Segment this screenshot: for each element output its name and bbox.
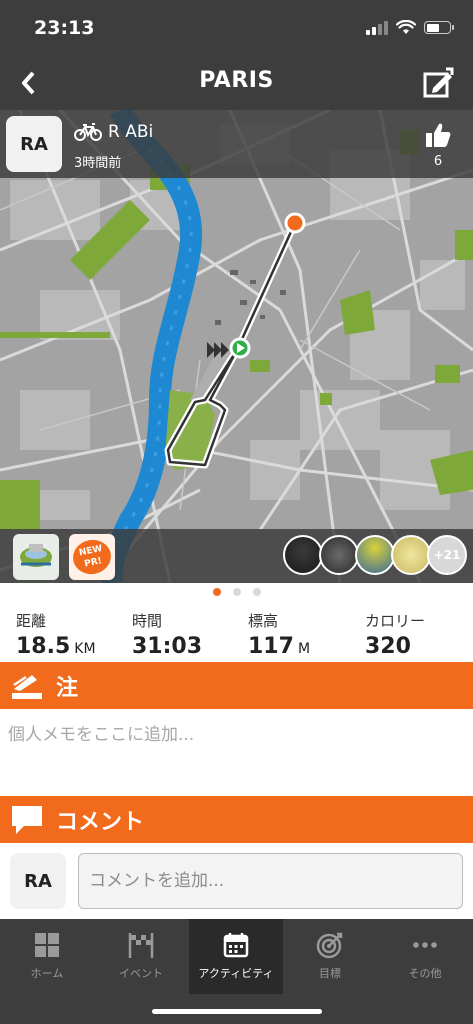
page-indicator: [0, 588, 473, 600]
edit-button[interactable]: [421, 66, 455, 100]
notes-header: 注: [0, 662, 473, 709]
rider-thumbnail[interactable]: [391, 535, 431, 575]
stat-unit: M: [297, 641, 311, 657]
stat-time: 時間 31:03: [132, 610, 202, 659]
stat-label: 距離: [16, 612, 47, 630]
thumbs-up-icon: [426, 123, 451, 147]
tab-label: イベント: [119, 967, 163, 980]
more-dots-icon: [413, 942, 437, 948]
rider-thumbnail[interactable]: [355, 535, 395, 575]
stat-label: カロリー: [365, 612, 426, 630]
stat-value: 117: [248, 634, 294, 659]
tab-label: その他: [408, 967, 442, 980]
like-button[interactable]: 6: [421, 122, 455, 169]
stat-label: 時間: [132, 612, 163, 630]
notes-input[interactable]: [8, 715, 463, 755]
activity-time-ago: 3時間前: [74, 156, 122, 171]
stat-value: 18.5: [16, 634, 71, 659]
bicycle-icon: [74, 123, 102, 141]
home-grid-icon: [35, 933, 59, 957]
notes-area: [0, 709, 473, 796]
rider-thumbnails: +21: [283, 535, 467, 575]
status-icons: [366, 20, 454, 35]
map-canvas: [0, 110, 473, 583]
stat-distance: 距離 18.5 KM: [16, 610, 96, 659]
edit-icon: [423, 67, 454, 98]
target-icon: [316, 932, 343, 959]
tab-more[interactable]: その他: [378, 919, 472, 994]
tab-bar: ホーム イベント アクティビティ 目標 その他: [0, 919, 473, 1024]
home-indicator[interactable]: [152, 1009, 322, 1014]
route-badge-icon: [20, 544, 52, 567]
status-time: 23:13: [34, 17, 95, 39]
new-pr-label: NEW PR!: [69, 536, 115, 578]
page-dot[interactable]: [212, 588, 221, 596]
cellular-signal-icon: [366, 20, 388, 35]
commenter-avatar: RA: [10, 853, 66, 909]
rider-name: R ABi: [108, 122, 154, 142]
tab-label: アクティビティ: [198, 967, 274, 980]
tab-home[interactable]: ホーム: [0, 919, 94, 994]
comment-bubble-icon: [12, 805, 42, 834]
battery-icon: [424, 21, 454, 34]
activity-stats: 距離 18.5 KM 時間 31:03 標高 117 M カロリー 320: [0, 610, 473, 660]
tab-activities[interactable]: アクティビティ: [189, 919, 283, 994]
new-pr-badge[interactable]: NEW PR!: [69, 534, 115, 580]
comments-title: コメント: [56, 809, 145, 835]
tab-label: 目標: [319, 967, 341, 980]
comments-header: コメント: [0, 796, 473, 843]
rider-thumbnail[interactable]: [319, 535, 359, 575]
page-title: PARIS: [199, 68, 274, 93]
more-riders-count[interactable]: +21: [427, 535, 467, 575]
navigation-bar: PARIS: [0, 56, 473, 110]
status-bar: 23:13: [0, 0, 473, 56]
page-dot[interactable]: [252, 588, 261, 596]
activity-header: RA R ABi 3時間前 6: [0, 110, 473, 178]
tab-label: ホーム: [30, 967, 64, 980]
checkered-flag-icon: [128, 933, 154, 958]
stat-value: 320: [365, 634, 411, 659]
stat-value: 31:03: [132, 634, 203, 659]
stat-calories: カロリー 320: [365, 610, 425, 659]
notes-title: 注: [56, 675, 79, 701]
calendar-icon: [223, 933, 249, 958]
route-map[interactable]: RA R ABi 3時間前 6 NEW PR! +21: [0, 110, 473, 583]
rider-info: R ABi: [74, 122, 153, 142]
stat-unit: KM: [74, 641, 96, 657]
tab-events[interactable]: イベント: [94, 919, 188, 994]
like-count: 6: [433, 154, 443, 169]
page-dot[interactable]: [232, 588, 241, 596]
badge-strip: NEW PR! +21: [0, 529, 473, 583]
comments-area: RA: [0, 843, 473, 919]
stat-label: 標高: [248, 612, 279, 630]
tab-goals[interactable]: 目標: [283, 919, 377, 994]
wifi-icon: [396, 20, 416, 34]
note-pencil-icon: [12, 674, 42, 699]
route-badge[interactable]: [13, 534, 59, 580]
stat-elevation: 標高 117 M: [248, 610, 310, 659]
rider-thumbnail[interactable]: [283, 535, 323, 575]
avatar[interactable]: RA: [6, 116, 62, 172]
comment-input[interactable]: [78, 853, 463, 909]
